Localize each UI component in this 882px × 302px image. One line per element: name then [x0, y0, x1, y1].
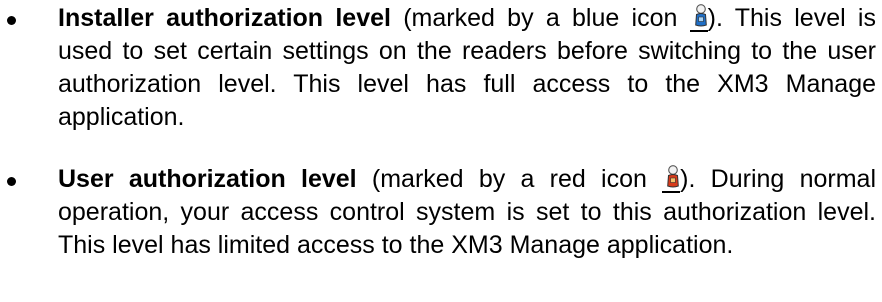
document-page: Installer authorization level (marked by…	[0, 0, 882, 302]
user-level-term: User authorization level	[58, 165, 357, 193]
installer-level-paragraph: Installer authorization level (marked by…	[58, 2, 876, 134]
user-level-text-before-icon: (marked by a red icon	[356, 165, 647, 193]
user-icon-wrapper	[662, 165, 681, 193]
installer-icon-wrapper	[689, 4, 708, 32]
bullet-point	[7, 177, 16, 186]
user-level-paragraph: User authorization level (marked by a re…	[58, 163, 876, 262]
person-icon-blue	[694, 4, 708, 30]
person-icon-red	[666, 165, 680, 191]
installer-level-text-before-icon: (marked by a blue icon	[390, 4, 678, 32]
bullet-point	[7, 16, 16, 25]
installer-level-term: Installer authorization level	[58, 4, 391, 32]
